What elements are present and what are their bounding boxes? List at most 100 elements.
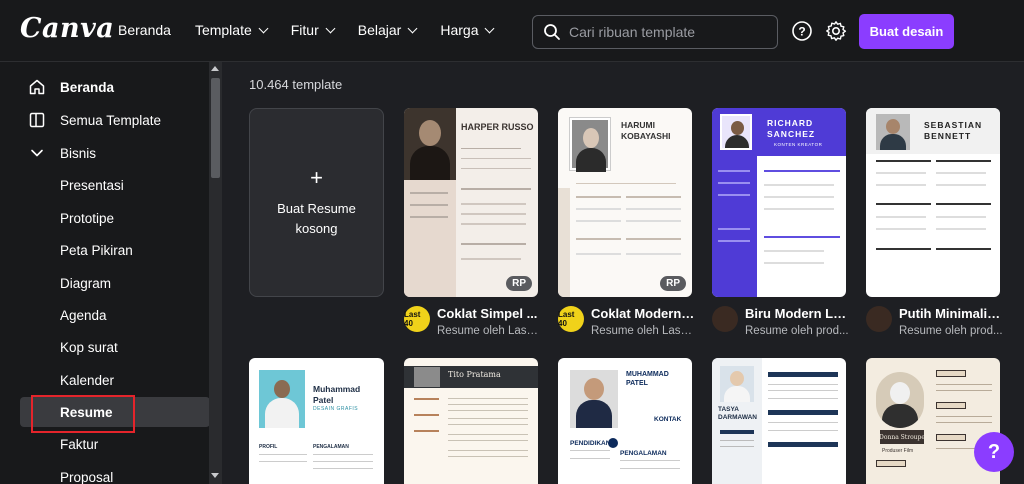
preview-name: RICHARD SANCHEZ (767, 118, 816, 139)
pro-badge: RP (506, 276, 532, 291)
chevron-down-icon (31, 149, 43, 157)
sidebar-item-label: Proposal (60, 469, 114, 484)
template-thumbnail[interactable]: MUHAMMAD PATEL KONTAK PENDIDIKAN PENGALA… (558, 358, 692, 484)
template-title[interactable]: Putih Minimalis... (899, 306, 1003, 321)
preview-name: Muhammad Patel (313, 384, 361, 405)
template-creator[interactable]: Resume oleh Last40 (591, 325, 695, 337)
template-thumbnail[interactable]: SEBASTIAN BENNETT (866, 108, 1000, 297)
chevron-down-icon (485, 23, 495, 33)
sidebar-item-label: Agenda (60, 307, 107, 323)
help-circle-icon[interactable]: ? (791, 20, 813, 42)
preview-role: Produser Film (882, 448, 914, 454)
creator-avatar[interactable] (712, 306, 738, 332)
search-box[interactable] (532, 15, 778, 49)
preview-role: KONTEN KREATOR (774, 142, 823, 147)
template-creator[interactable]: Resume oleh prod... (745, 325, 849, 337)
template-title[interactable]: Coklat Simpel ... (437, 306, 541, 321)
preview-name: SEBASTIAN BENNETT (924, 120, 983, 141)
preview-role: DESAIN GRAFIS (313, 406, 359, 412)
creator-avatar[interactable] (866, 306, 892, 332)
nav-belajar[interactable]: Belajar (357, 22, 418, 38)
sidebar-item-kalender[interactable]: Kalender (0, 365, 210, 395)
template-title[interactable]: Coklat Modern ... (591, 306, 695, 321)
search-input[interactable] (569, 24, 769, 40)
template-meta: Biru Modern La... Resume oleh prod... (712, 306, 849, 337)
chevron-down-icon (407, 23, 418, 33)
nav-harga[interactable]: Harga (440, 22, 495, 38)
search-icon (544, 24, 560, 40)
blank-resume-label: Buat Resume kosong (277, 200, 356, 236)
template-thumbnail[interactable]: HARUMI KOBAYASHI RP (558, 108, 692, 297)
photo (720, 366, 754, 402)
sidebar-item-beranda[interactable]: Beranda (0, 72, 210, 102)
sidebar-item-label: Bisnis (60, 145, 97, 161)
gear-icon[interactable] (825, 20, 847, 42)
sidebar-item-diagram[interactable]: Diagram (0, 268, 210, 298)
template-thumbnail[interactable]: HARPER RUSSO RP (404, 108, 538, 297)
main-nav: Beranda Template Fitur Belajar Harga (118, 22, 517, 38)
sidebar-item-prototipe[interactable]: Prototipe (0, 203, 210, 233)
sidebar-item-label: Prototipe (60, 210, 115, 226)
selection-highlight (31, 395, 135, 433)
scrollbar-thumb[interactable] (211, 78, 220, 178)
create-design-button[interactable]: Buat desain (859, 14, 954, 49)
svg-text:?: ? (798, 25, 805, 39)
preview-name: MUHAMMAD PATEL (626, 371, 669, 387)
sidebar-item-label: Faktur (60, 436, 99, 452)
sidebar-item-faktur[interactable]: Faktur (0, 429, 210, 459)
top-bar: Canva Beranda Template Fitur Belajar Har… (0, 0, 1024, 62)
nav-fitur[interactable]: Fitur (290, 22, 336, 38)
sidebar-item-presentasi[interactable]: Presentasi (0, 170, 210, 200)
preview-label: PENDIDIKAN (570, 440, 611, 447)
preview-label: PENGALAMAN (313, 444, 349, 450)
nav-label: Beranda (118, 22, 171, 38)
nav-label: Harga (440, 22, 479, 38)
nav-beranda[interactable]: Beranda (118, 22, 171, 38)
sidebar-item-bisnis[interactable]: Bisnis (0, 138, 210, 168)
preview-name: HARUMI KOBAYASHI (621, 120, 671, 141)
sidebar-item-peta-pikiran[interactable]: Peta Pikiran (0, 235, 210, 265)
nav-label: Template (194, 22, 252, 38)
template-thumbnail[interactable]: TASYA DARMAWAN (712, 358, 846, 484)
photo (259, 370, 305, 428)
template-thumbnail[interactable]: Muhammad Patel DESAIN GRAFIS PROFIL PENG… (249, 358, 384, 484)
preview-name: Tito Pratama (448, 370, 501, 379)
photo (876, 114, 910, 150)
preview-label: PENGALAMAN (620, 450, 667, 457)
sidebar-item-kop-surat[interactable]: Kop surat (0, 332, 210, 362)
canva-logo[interactable]: Canva (20, 13, 114, 44)
sidebar-item-agenda[interactable]: Agenda (0, 300, 210, 330)
template-creator[interactable]: Resume oleh prod... (899, 325, 1003, 337)
template-creator[interactable]: Resume oleh Last40 (437, 325, 541, 337)
template-thumbnail[interactable]: Tito Pratama (404, 358, 538, 484)
template-title[interactable]: Biru Modern La... (745, 306, 849, 321)
chevron-down-icon (325, 23, 336, 33)
blank-resume-card[interactable]: + Buat Resume kosong (249, 108, 384, 297)
creator-avatar[interactable]: Last 40 (404, 306, 430, 332)
scroll-down-arrow-icon[interactable] (211, 473, 219, 478)
preview-name: HARPER RUSSO (461, 122, 534, 132)
plus-icon: + (310, 164, 323, 190)
sidebar-item-label: Beranda (60, 79, 115, 95)
sidebar-item-label: Peta Pikiran (60, 242, 133, 258)
creator-avatar[interactable]: Last 40 (558, 306, 584, 332)
nav-template[interactable]: Template (194, 22, 269, 38)
sidebar-item-label: Presentasi (60, 177, 124, 193)
preview-name: TASYA DARMAWAN (718, 406, 757, 421)
sidebar-item-all-templates[interactable]: Semua Template (0, 105, 210, 135)
sidebar-item-proposal[interactable]: Proposal (0, 462, 210, 484)
template-meta: Last 40 Coklat Modern ... Resume oleh La… (558, 306, 695, 337)
sidebar-item-label: Kalender (60, 372, 115, 388)
template-meta: Putih Minimalis... Resume oleh prod... (866, 306, 1003, 337)
photo (570, 118, 610, 172)
layout-icon (29, 112, 45, 128)
template-thumbnail[interactable]: RICHARD SANCHEZ KONTEN KREATOR (712, 108, 846, 297)
photo (720, 114, 752, 150)
sidebar-item-label: Semua Template (60, 112, 162, 128)
nav-label: Belajar (357, 22, 402, 38)
nav-label: Fitur (290, 22, 319, 38)
scroll-up-arrow-icon[interactable] (211, 66, 219, 71)
help-button[interactable]: ? (974, 432, 1014, 472)
photo (414, 367, 440, 387)
preview-name: Donna Stroupe (879, 430, 925, 444)
